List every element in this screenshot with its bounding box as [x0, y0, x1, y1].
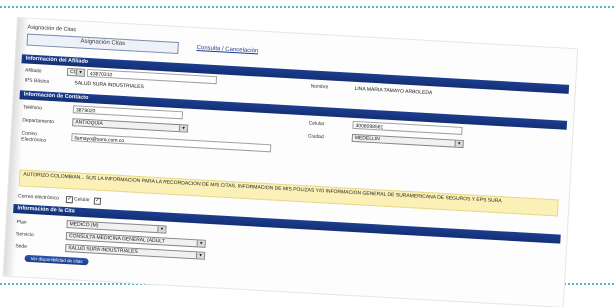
appointment-form-page: Asignación de Citas Asignación Citas Con…	[3, 18, 578, 307]
city-label: Ciudad	[307, 133, 324, 141]
cell-checkbox[interactable]: ✓	[93, 197, 102, 205]
phone-label: Teléfono	[22, 104, 43, 112]
name-value: LINA MARIA TAMAYO ARBOLEDA	[354, 85, 433, 97]
page-title: Asignación de Citas	[27, 24, 77, 34]
eps-value: SALUD SURA INDUSTRIALES	[74, 80, 144, 91]
chevron-down-icon: ▾	[454, 140, 463, 148]
plan-label: Plan	[16, 219, 27, 226]
department-value: ANTIOQUIA	[75, 119, 103, 127]
name-label: Nombre	[310, 83, 329, 91]
check-availability-button[interactable]: Ver disponibilidad de citas	[24, 254, 89, 266]
department-select[interactable]: ANTIOQUIA ▾	[72, 118, 189, 133]
top-dotted-border	[0, 6, 614, 8]
service-label: Servicio	[15, 231, 34, 239]
city-value: MEDELLIN	[354, 134, 380, 143]
email-checkbox[interactable]: ✓	[65, 195, 74, 204]
email-input[interactable]: ltamayo@sura.com.co	[71, 133, 272, 153]
affiliate-id-label: Afiliado	[24, 67, 42, 75]
cell-label: Celular	[308, 120, 325, 128]
screenshot-frame: Asignación de Citas Asignación Citas Con…	[0, 0, 614, 307]
site-value: SALUD SURA INDUSTRIALES	[68, 245, 138, 256]
consent-cell-label: Celular	[73, 196, 90, 204]
id-type-select[interactable]: CC ▾	[66, 67, 86, 77]
chevron-down-icon: ▾	[196, 240, 205, 247]
plan-value: MEDICO (M)	[69, 221, 99, 229]
chevron-down-icon: ▾	[157, 226, 166, 233]
chevron-down-icon: ▾	[75, 69, 85, 76]
plan-select[interactable]: MEDICO (M) ▾	[66, 220, 167, 234]
service-value: CONSULTA MEDICINA GENERAL (ADULT	[68, 233, 165, 245]
department-label: Departamento	[22, 117, 55, 126]
tab-consult-link[interactable]: Consulta / Cancelación	[196, 45, 258, 54]
tab-assign[interactable]: Asignación Citas	[26, 33, 179, 55]
email-label: Correo Electrónico	[21, 130, 47, 144]
chevron-down-icon: ▾	[195, 252, 205, 259]
eps-label: IPS Básica	[24, 77, 50, 85]
city-select[interactable]: MEDELLIN ▾	[351, 133, 464, 149]
site-label: Sede	[15, 243, 28, 250]
consent-email-label: Correo electrónico	[17, 193, 60, 202]
chevron-down-icon: ▾	[178, 125, 188, 132]
